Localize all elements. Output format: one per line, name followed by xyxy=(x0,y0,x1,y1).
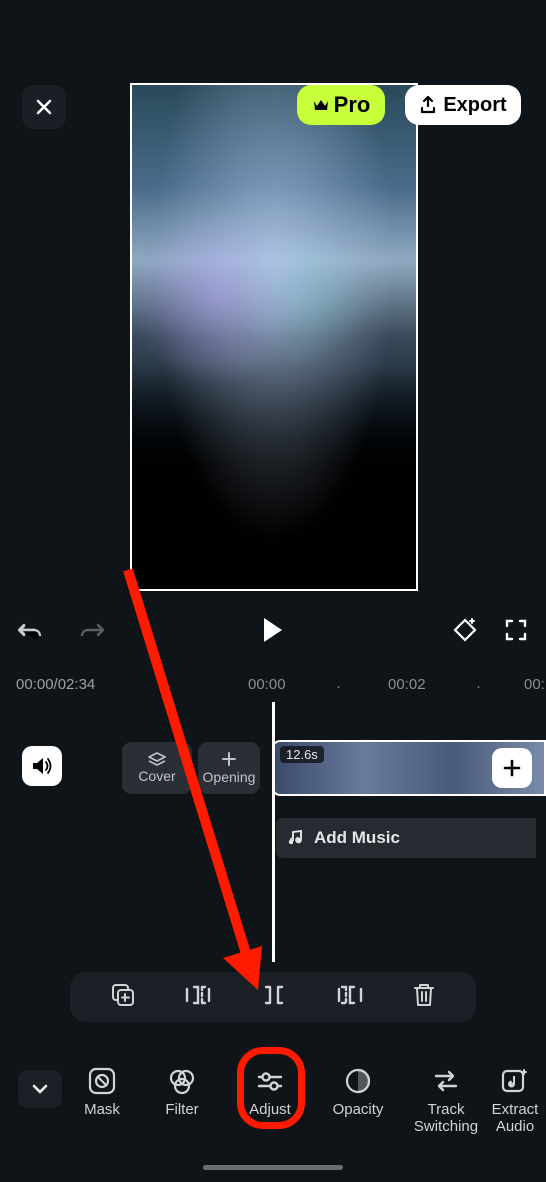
split-right-icon xyxy=(335,983,365,1007)
redo-icon xyxy=(76,618,104,642)
filter-icon xyxy=(167,1066,197,1096)
pro-label: Pro xyxy=(334,92,371,118)
close-button[interactable] xyxy=(22,85,66,129)
mute-button[interactable] xyxy=(22,746,62,786)
opacity-icon xyxy=(343,1066,373,1096)
play-icon xyxy=(258,614,286,646)
timeline-ruler[interactable]: 00:00 · 00:02 · 00: xyxy=(0,676,546,696)
collapse-button[interactable] xyxy=(18,1070,62,1108)
add-music-label: Add Music xyxy=(314,828,400,848)
split-left-icon xyxy=(183,983,213,1007)
mask-icon xyxy=(87,1066,117,1096)
nav-filter[interactable]: Filter xyxy=(138,1058,226,1135)
plus-icon xyxy=(221,751,237,767)
ruler-dot: · xyxy=(476,678,481,695)
export-label: Export xyxy=(443,94,506,117)
nav-label: Extract Audio xyxy=(492,1102,539,1135)
opening-button[interactable]: Opening xyxy=(198,742,260,794)
speaker-icon xyxy=(31,756,53,776)
delete-button[interactable] xyxy=(411,981,437,1014)
bottom-toolbar: Mask Filter Adjust O xyxy=(0,1050,546,1150)
music-icon xyxy=(286,829,304,847)
cover-label: Cover xyxy=(138,768,175,784)
cover-button[interactable]: Cover xyxy=(122,742,192,794)
nav-label: Track Switching xyxy=(414,1102,478,1135)
video-preview[interactable] xyxy=(130,83,418,591)
pro-button[interactable]: Pro xyxy=(297,85,385,125)
extract-audio-icon xyxy=(500,1066,530,1096)
keyframe-icon xyxy=(452,617,478,643)
ruler-tick: 00:02 xyxy=(388,676,426,693)
redo-button[interactable] xyxy=(76,618,104,647)
export-button[interactable]: Export xyxy=(405,85,521,125)
chevron-down-icon xyxy=(31,1083,49,1095)
track-switching-icon xyxy=(431,1066,461,1096)
stack-icon xyxy=(147,752,167,766)
clip-actions-bar xyxy=(70,972,476,1022)
nav-mask[interactable]: Mask xyxy=(66,1058,138,1135)
ruler-tick: 00: xyxy=(524,676,545,693)
nav-track-switching[interactable]: Track Switching xyxy=(402,1058,490,1135)
home-indicator xyxy=(203,1165,343,1170)
split-right-button[interactable] xyxy=(335,983,365,1012)
upload-icon xyxy=(419,96,437,114)
split-button[interactable] xyxy=(259,983,289,1012)
nav-extract-audio[interactable]: Extract Audio xyxy=(490,1058,540,1135)
add-music-button[interactable]: Add Music xyxy=(276,818,536,858)
nav-label: Mask xyxy=(84,1102,120,1119)
preview-content xyxy=(132,85,416,589)
clip-duration: 12.6s xyxy=(280,746,324,763)
plus-icon xyxy=(502,758,522,778)
split-icon xyxy=(259,983,289,1007)
crown-icon xyxy=(312,97,330,113)
fullscreen-button[interactable] xyxy=(504,618,528,647)
adjust-icon xyxy=(255,1066,285,1096)
split-left-button[interactable] xyxy=(183,983,213,1012)
play-button[interactable] xyxy=(258,614,286,651)
ruler-tick: 00:00 xyxy=(248,676,286,693)
undo-icon xyxy=(18,618,46,642)
nav-opacity[interactable]: Opacity xyxy=(314,1058,402,1135)
nav-label: Adjust xyxy=(249,1102,291,1119)
playhead[interactable] xyxy=(272,702,275,962)
duplicate-icon xyxy=(109,981,137,1009)
add-clip-button[interactable] xyxy=(492,748,532,788)
fullscreen-icon xyxy=(504,618,528,642)
nav-adjust[interactable]: Adjust xyxy=(226,1058,314,1135)
undo-button[interactable] xyxy=(18,618,46,647)
keyframe-button[interactable] xyxy=(452,617,478,648)
trash-icon xyxy=(411,981,437,1009)
nav-label: Filter xyxy=(165,1102,198,1119)
ruler-dot: · xyxy=(336,678,341,695)
close-icon xyxy=(34,97,54,117)
nav-label: Opacity xyxy=(333,1102,384,1119)
opening-label: Opening xyxy=(203,769,256,785)
duplicate-button[interactable] xyxy=(109,981,137,1014)
